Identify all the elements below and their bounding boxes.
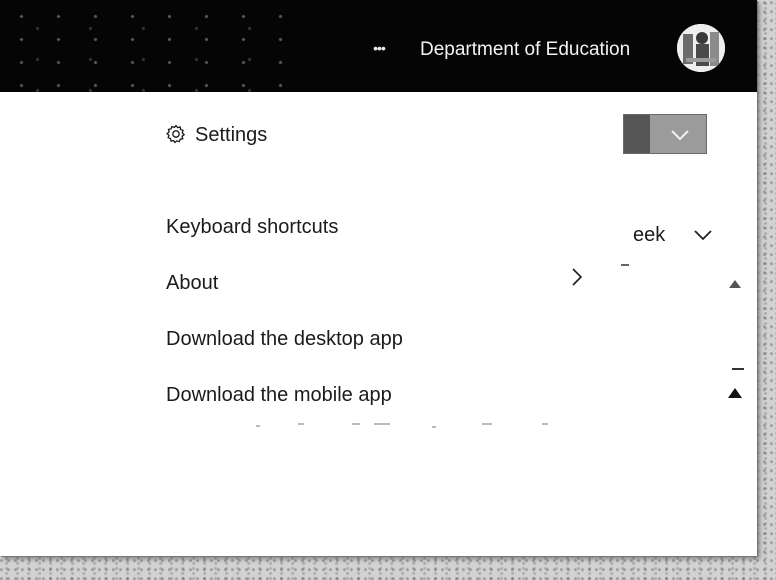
more-options-button[interactable]: ••• (364, 38, 394, 58)
menu-item-keyboard-shortcuts[interactable]: Keyboard shortcuts (166, 211, 338, 243)
settings-label: Settings (195, 124, 268, 146)
chevron-down-icon (671, 130, 689, 141)
menu-item-download-mobile[interactable]: Download the mobile app (166, 379, 392, 411)
topbar-texture (0, 0, 300, 92)
scroll-up-icon[interactable] (729, 280, 741, 288)
top-bar: ••• Department of Education (0, 0, 757, 92)
organization-name: Department of Education (420, 39, 631, 60)
scroll-up-icon[interactable] (728, 388, 742, 398)
app-window: ••• Department of Education eek Settings… (0, 0, 757, 556)
divider (621, 264, 629, 266)
background-tile (623, 114, 707, 154)
week-view-label[interactable]: eek (633, 219, 665, 251)
menu-item-download-desktop[interactable]: Download the desktop app (166, 323, 403, 355)
chevron-right-icon[interactable] (569, 265, 585, 289)
menu-item-about[interactable]: About (166, 267, 218, 299)
chevron-down-icon[interactable] (693, 228, 713, 242)
divider (732, 368, 744, 370)
avatar-image (677, 24, 725, 72)
gear-icon (166, 124, 185, 144)
settings-menu-item[interactable]: Settings (165, 119, 267, 151)
scan-artifact (256, 423, 548, 428)
settings-menu: Settings Keyboard shortcuts About Downlo… (148, 92, 605, 502)
background-content: eek (605, 92, 757, 502)
avatar[interactable] (677, 24, 725, 72)
